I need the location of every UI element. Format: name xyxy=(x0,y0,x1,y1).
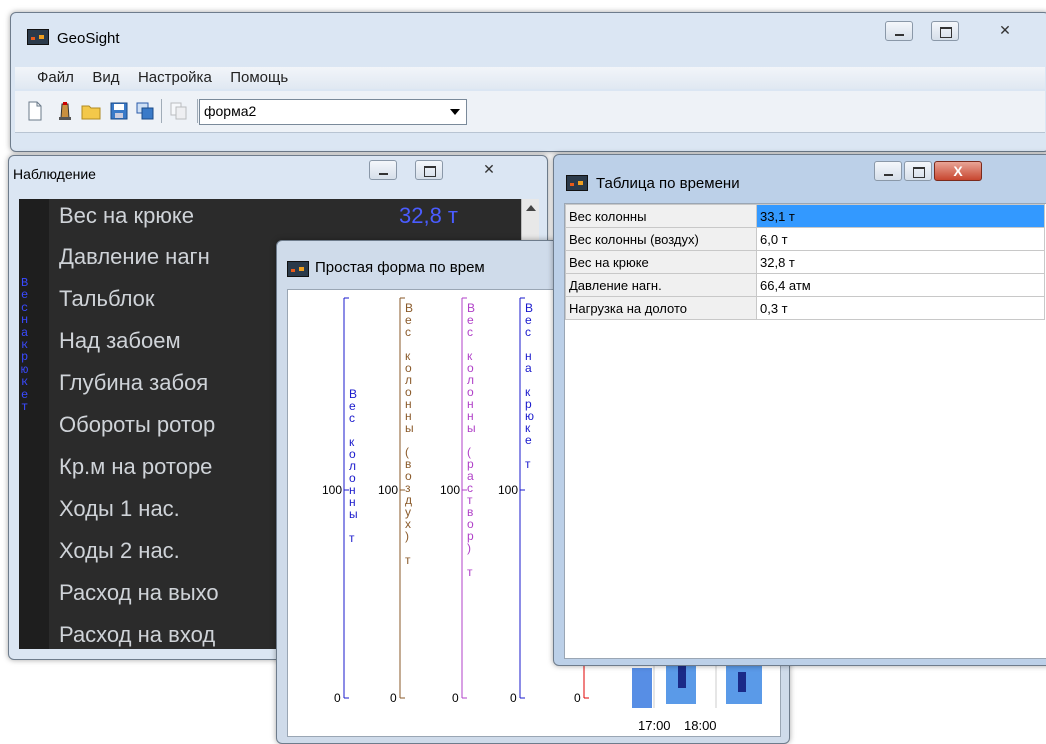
obs-row-value: 32,8 т xyxy=(399,203,459,228)
obs-row-label: Кр.м на роторе xyxy=(59,454,213,479)
observation-close-button[interactable]: ✕ xyxy=(475,160,503,180)
simple-form-icon xyxy=(287,261,309,277)
form-select[interactable]: форма2 xyxy=(199,99,467,125)
chevron-down-icon[interactable] xyxy=(450,109,460,115)
table-row[interactable]: Нагрузка на долото 0,3 т xyxy=(565,296,1045,320)
scale-mid-label: 100 xyxy=(440,483,460,497)
scale-label-char: ы xyxy=(349,507,358,521)
main-window: GeoSight ✕ Файл Вид Настройка Помощь фор… xyxy=(10,12,1046,152)
scale-zero-label: 0 xyxy=(574,691,581,705)
time-table-icon xyxy=(566,175,588,191)
row-name: Давление нагн. xyxy=(565,273,757,297)
maximize-button[interactable] xyxy=(931,21,959,41)
obs-row-label: Над забоем xyxy=(59,328,181,353)
close-button[interactable]: ✕ xyxy=(991,21,1019,41)
row-name: Вес на крюке xyxy=(565,250,757,274)
windows-icon[interactable] xyxy=(135,101,155,121)
obs-row-label: Давление нагн xyxy=(59,244,210,269)
scale-label-char: ) xyxy=(405,529,409,543)
scale-label-char: с xyxy=(467,325,473,339)
table-row[interactable]: Давление нагн. 66,4 атм xyxy=(565,273,1045,297)
scale-label-char: ы xyxy=(467,421,476,435)
row-name: Нагрузка на долото xyxy=(565,296,757,320)
scale-label-char: ) xyxy=(467,541,471,555)
main-window-title: GeoSight xyxy=(57,30,120,47)
obs-row-label: Тальблок xyxy=(59,286,155,311)
row-value: 0,3 т xyxy=(756,296,1045,320)
table-row[interactable]: Вес на крюке 32,8 т xyxy=(565,250,1045,274)
drill-rig-icon[interactable] xyxy=(55,101,75,121)
table-minimize-button[interactable] xyxy=(874,161,902,181)
table-row[interactable]: Вес колонны 33,1 т xyxy=(565,204,1045,228)
obs-row-label: Глубина забоя xyxy=(59,370,209,395)
time-table-grid-area: Вес колонны 33,1 т Вес колонны (воздух) 6,… xyxy=(564,203,1046,659)
toolbar: форма2 xyxy=(15,91,1045,133)
time-table-window: Таблица по времени X Вес колонны 33,1 т В… xyxy=(553,154,1046,666)
app-icon xyxy=(27,29,49,45)
scale-label-char: т xyxy=(525,457,531,471)
simple-form-title: Простая форма по врем xyxy=(315,259,485,276)
obs-row-label: Ходы 2 нас. xyxy=(59,538,180,563)
trace-area xyxy=(626,660,776,712)
time-tick: 17:00 xyxy=(638,718,671,733)
obs-row-label: Расход на выхо xyxy=(59,580,219,605)
scale-mid-label: 100 xyxy=(498,483,518,497)
table-row[interactable]: Вес колонны (воздух) 6,0 т xyxy=(565,227,1045,251)
row-name: Вес колонны xyxy=(565,204,757,228)
obs-row-label: Ходы 1 нас. xyxy=(59,496,180,521)
row-name: Вес колонны (воздух) xyxy=(565,227,757,251)
time-table: Вес колонны 33,1 т Вес колонны (воздух) 6,… xyxy=(565,204,1045,320)
scale-zero-label: 0 xyxy=(390,691,397,705)
new-file-icon[interactable] xyxy=(25,101,45,121)
scale-label-char: с xyxy=(405,325,411,339)
open-folder-icon[interactable] xyxy=(81,101,101,121)
scale-label-char: ы xyxy=(405,421,414,435)
trace-graph xyxy=(632,660,762,708)
row-value: 66,4 атм xyxy=(756,273,1045,297)
menu-settings[interactable]: Настройка xyxy=(138,69,212,86)
scale-zero-label: 0 xyxy=(334,691,341,705)
side-label: Вес на крюке т xyxy=(21,276,29,415)
scale-label-char: е xyxy=(525,433,532,447)
toolbar-separator xyxy=(161,99,162,123)
scroll-up-icon[interactable] xyxy=(526,205,536,211)
scale-label-char: с xyxy=(525,325,531,339)
table-close-button[interactable]: X xyxy=(934,161,982,181)
obs-row-label: Обороты ротор xyxy=(59,412,216,437)
scale-label-char: т xyxy=(405,553,411,567)
menu-help[interactable]: Помощь xyxy=(230,69,288,86)
time-tick: 18:00 xyxy=(684,718,717,733)
row-value: 33,1 т xyxy=(756,204,1045,228)
obs-row-label: Вес на крюке xyxy=(59,203,194,228)
observation-minimize-button[interactable] xyxy=(369,160,397,180)
scale-zero-label: 0 xyxy=(452,691,459,705)
scale-label-char: с xyxy=(349,411,355,425)
scale-mid-label: 100 xyxy=(322,483,342,497)
copy-icon[interactable] xyxy=(169,101,189,121)
row-value: 6,0 т xyxy=(756,227,1045,251)
scale-zero-label: 0 xyxy=(510,691,517,705)
time-table-title: Таблица по времени xyxy=(596,175,740,192)
table-maximize-button[interactable] xyxy=(904,161,932,181)
menu-file[interactable]: Файл xyxy=(37,69,74,86)
observation-window-title: Наблюдение xyxy=(13,166,96,182)
observation-maximize-button[interactable] xyxy=(415,160,443,180)
observation-sidebar: Вес на крюке т xyxy=(19,199,49,649)
menu-bar: Файл Вид Настройка Помощь xyxy=(15,67,1045,89)
form-select-value: форма2 xyxy=(204,103,257,119)
row-value: 32,8 т xyxy=(756,250,1045,274)
toolbar-separator xyxy=(197,99,198,123)
minimize-button[interactable] xyxy=(885,21,913,41)
menu-view[interactable]: Вид xyxy=(92,69,119,86)
scale-label-char: т xyxy=(349,531,355,545)
scale-mid-label: 100 xyxy=(378,483,398,497)
save-icon[interactable] xyxy=(109,101,129,121)
obs-row-label: Расход на вход xyxy=(59,622,216,647)
scale-label-char: а xyxy=(525,361,532,375)
scale-label-char: т xyxy=(467,565,473,579)
